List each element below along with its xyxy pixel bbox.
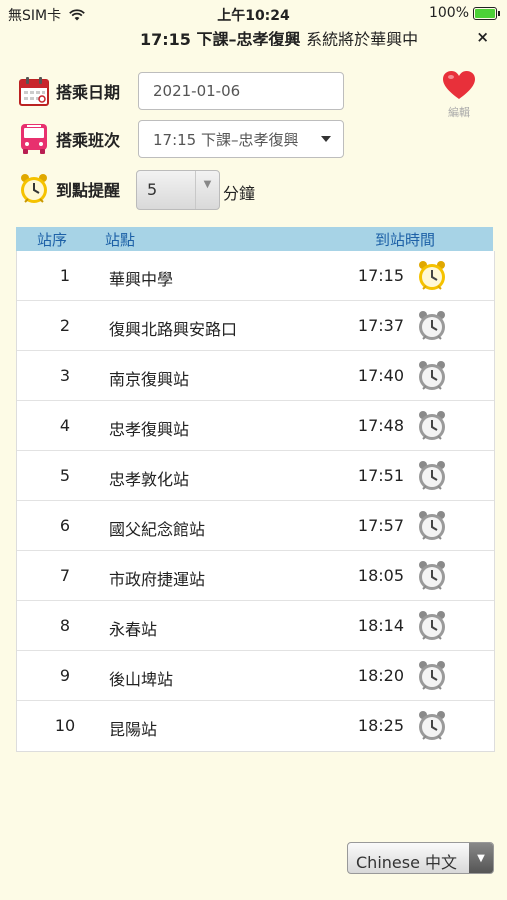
reminder-minutes-select[interactable]: 5 ▼ bbox=[136, 170, 220, 210]
route-value: 17:15 下課–忠孝復興 bbox=[153, 130, 299, 149]
stop-number: 1 bbox=[59, 266, 71, 285]
stop-name: 市政府捷運站 bbox=[109, 570, 206, 589]
date-row: 搭乘日期 2021-01-06 bbox=[18, 72, 344, 110]
stop-name: 南京復興站 bbox=[109, 370, 190, 389]
alarm-clock-icon[interactable] bbox=[415, 709, 449, 743]
language-value: Chinese 中文 bbox=[356, 853, 458, 872]
alarm-clock-icon[interactable] bbox=[415, 309, 449, 343]
alarm-clock-icon[interactable] bbox=[415, 609, 449, 643]
date-label: 搭乘日期 bbox=[56, 83, 121, 102]
alarm-clock-icon[interactable] bbox=[415, 459, 449, 493]
arrival-time: 18:20 bbox=[357, 666, 404, 685]
status-bar: 無SIM卡 上午10:24 100% bbox=[0, 0, 507, 26]
alarm-clock-icon[interactable] bbox=[415, 259, 449, 293]
reminder-row: 到點提醒 bbox=[18, 173, 130, 205]
alarm-clock-icon[interactable] bbox=[415, 559, 449, 593]
date-field[interactable]: 2021-01-06 bbox=[138, 72, 344, 110]
stop-number: 4 bbox=[59, 416, 71, 435]
arrival-time: 17:48 bbox=[357, 416, 404, 435]
alarm-clock-icon[interactable] bbox=[415, 659, 449, 693]
route-select[interactable]: 17:15 下課–忠孝復興 bbox=[138, 120, 344, 158]
header-no: 站序 bbox=[37, 231, 68, 249]
language-select[interactable]: Chinese 中文 ▼ bbox=[347, 842, 494, 874]
route-label: 搭乘班次 bbox=[56, 131, 121, 150]
table-row[interactable]: 4 忠孝復興站 17:48 bbox=[17, 401, 494, 451]
table-row[interactable]: 5 忠孝敦化站 17:51 bbox=[17, 451, 494, 501]
battery-icon bbox=[473, 6, 500, 20]
alarm-clock-icon[interactable] bbox=[415, 359, 449, 393]
bus-icon bbox=[18, 123, 50, 155]
reminder-dropdown-icon: ▼ bbox=[195, 171, 219, 209]
reminder-value: 5 bbox=[147, 180, 158, 199]
favorite-edit-button[interactable]: 編輯 bbox=[440, 70, 478, 120]
stop-name: 國父紀念館站 bbox=[109, 520, 206, 539]
alarm-clock-icon[interactable] bbox=[415, 509, 449, 543]
table-row[interactable]: 7 市政府捷運站 18:05 bbox=[17, 551, 494, 601]
battery-percent: 100% bbox=[428, 5, 469, 21]
stop-number: 9 bbox=[59, 666, 71, 685]
header-time: 到站時間 bbox=[375, 231, 436, 249]
arrival-time: 18:14 bbox=[357, 616, 404, 635]
route-row: 搭乘班次 17:15 下課–忠孝復興 bbox=[18, 120, 344, 158]
close-notice-button[interactable]: × bbox=[470, 28, 489, 46]
dropdown-arrow-icon bbox=[321, 136, 331, 142]
arrival-time: 17:37 bbox=[357, 316, 404, 335]
header-stop: 站點 bbox=[105, 231, 136, 249]
stop-name: 華興中學 bbox=[109, 270, 174, 289]
notice-message: 系統將於華興中 bbox=[306, 30, 419, 46]
stop-name: 復興北路興安路口 bbox=[109, 320, 238, 339]
date-value: 2021-01-06 bbox=[153, 82, 241, 100]
arrival-time: 18:25 bbox=[357, 716, 404, 735]
calendar-icon bbox=[18, 75, 50, 107]
language-dropdown-icon: ▼ bbox=[469, 843, 493, 873]
stop-name: 忠孝敦化站 bbox=[109, 470, 190, 489]
arrival-time: 17:51 bbox=[357, 466, 404, 485]
table-row[interactable]: 6 國父紀念館站 17:57 bbox=[17, 501, 494, 551]
stop-number: 7 bbox=[59, 566, 71, 585]
arrival-time: 18:05 bbox=[357, 566, 404, 585]
table-row[interactable]: 3 南京復興站 17:40 bbox=[17, 351, 494, 401]
arrival-time: 17:57 bbox=[357, 516, 404, 535]
stop-name: 後山埤站 bbox=[109, 670, 174, 689]
stop-name: 昆陽站 bbox=[109, 720, 158, 739]
reminder-label: 到點提醒 bbox=[56, 181, 121, 200]
table-row[interactable]: 2 復興北路興安路口 17:37 bbox=[17, 301, 494, 351]
alarm-clock-icon[interactable] bbox=[415, 409, 449, 443]
stop-number: 10 bbox=[54, 716, 76, 735]
heart-icon bbox=[443, 71, 475, 99]
stops-table: 1 華興中學 17:15 2 復興北路興安路口 17:37 3 南京復興站 17:40 4 忠孝復興… bbox=[16, 251, 495, 752]
reminder-unit: 分鐘 bbox=[223, 184, 256, 203]
stop-name: 永春站 bbox=[109, 620, 158, 639]
stop-name: 忠孝復興站 bbox=[109, 420, 190, 439]
edit-label: 編輯 bbox=[448, 106, 470, 119]
table-row[interactable]: 8 永春站 18:14 bbox=[17, 601, 494, 651]
stop-number: 6 bbox=[59, 516, 71, 535]
arrival-time: 17:40 bbox=[357, 366, 404, 385]
table-row[interactable]: 9 後山埤站 18:20 bbox=[17, 651, 494, 701]
stop-number: 5 bbox=[59, 466, 71, 485]
alarm-clock-icon bbox=[18, 173, 50, 205]
stop-number: 3 bbox=[59, 366, 71, 385]
stop-number: 8 bbox=[59, 616, 71, 635]
arrival-time: 17:15 bbox=[357, 266, 404, 285]
notice-route: 17:15 下課–忠孝復興 bbox=[140, 30, 301, 46]
table-row[interactable]: 10 昆陽站 18:25 bbox=[17, 701, 494, 751]
notice-marquee: 17:15 下課–忠孝復興 系統將於華興中 × bbox=[0, 26, 507, 46]
stops-table-header: 站序 站點 到站時間 bbox=[16, 227, 493, 251]
stop-number: 2 bbox=[59, 316, 71, 335]
table-row[interactable]: 1 華興中學 17:15 bbox=[17, 251, 494, 301]
